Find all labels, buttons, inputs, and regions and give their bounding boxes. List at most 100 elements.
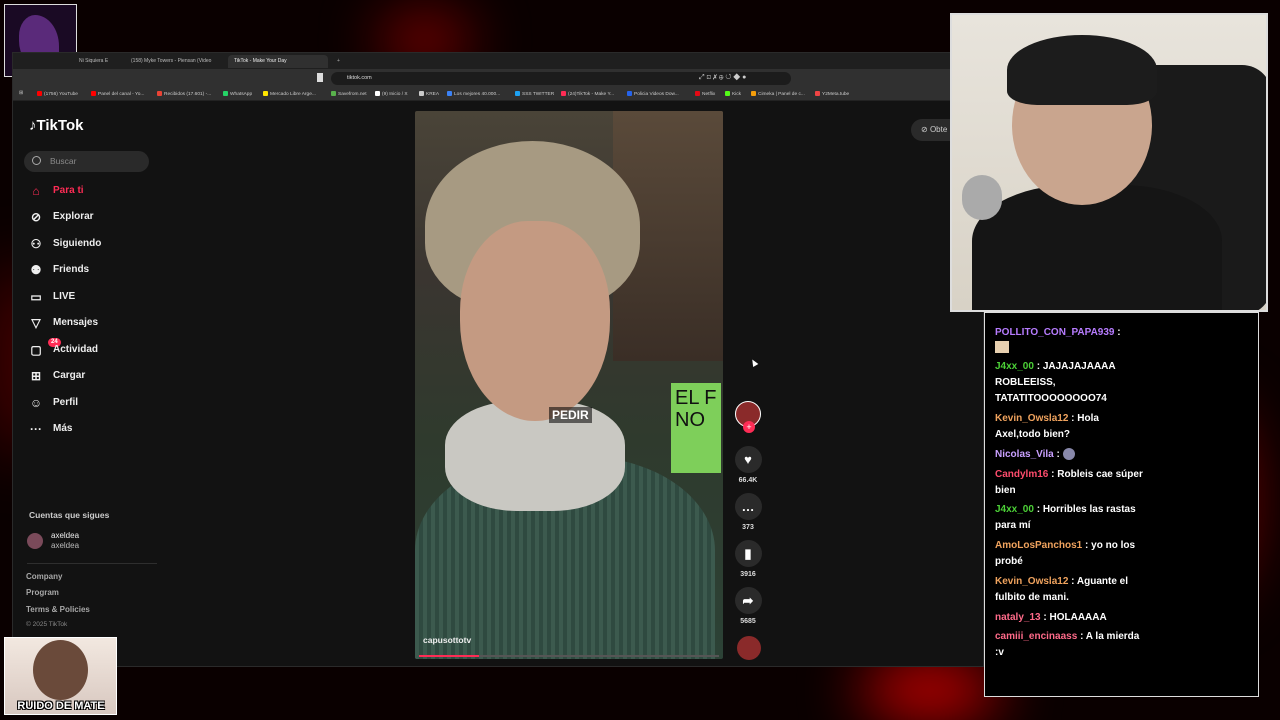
search-placeholder: Buscar: [50, 156, 77, 166]
nav-label: Friends: [53, 264, 90, 275]
bookmark-item[interactable]: Cimeka | Panel de c...: [751, 91, 805, 97]
bookmark-item[interactable]: Kick: [725, 91, 741, 97]
logo-text: TikTok: [36, 117, 84, 134]
mouse-cursor-icon: [749, 357, 759, 368]
tab-tiktok[interactable]: TikTok - Make Your Day: [228, 55, 328, 68]
bookmark-item[interactable]: (24)TikTok - Make Y...: [561, 91, 614, 97]
avatar: [27, 533, 43, 549]
microphone: [962, 175, 1002, 220]
tiktok-page: ♪TikTok Buscar ⌂ Para ti ⊘ Explorar ⚇ Sigui…: [13, 101, 983, 666]
chat-username: Candylm16: [995, 469, 1049, 480]
bookmark-item[interactable]: Mercado Libre Arge...: [263, 91, 316, 97]
url-text: tiktok.com: [347, 75, 372, 81]
sound-avatar[interactable]: [737, 636, 761, 660]
chat-username: J4xx_00: [995, 361, 1034, 372]
share-button[interactable]: ➦ 5685: [733, 587, 763, 625]
bookmark-item[interactable]: WhatsApp: [223, 91, 252, 97]
chat-username: J4xx_00: [995, 504, 1034, 515]
save-count: 3916: [740, 571, 756, 578]
profile-icon: ☺: [29, 396, 43, 410]
tab-ni-siquiera[interactable]: Ni Siquiera E: [73, 55, 123, 68]
tab-bar: Ni Siquiera E (158) Myke Towers - Piensa…: [13, 53, 983, 69]
following-account[interactable]: axeldea axeldea: [27, 529, 167, 553]
friends-icon: ⚉: [30, 263, 42, 277]
video-player[interactable]: EL F NO PEDIR capusottotv: [415, 111, 723, 659]
chat-username: Kevin_Owsla12: [995, 576, 1069, 587]
chat-text: : HOLAAAAA: [1043, 612, 1107, 623]
save-button[interactable]: ▮ 3916: [733, 540, 763, 578]
emote-icon: [1062, 448, 1075, 461]
creator-avatar-button[interactable]: +: [735, 401, 761, 433]
footer-link-terms[interactable]: Terms & Policies: [26, 605, 90, 614]
footer-link-program[interactable]: Program: [26, 588, 59, 597]
apps-icon[interactable]: ⊞: [19, 91, 23, 96]
bookmark-item[interactable]: KREA: [419, 91, 439, 97]
video-progress-bar[interactable]: [419, 655, 719, 657]
chat-message: J4xx_00 : Horribles las rastas para mí: [995, 502, 1145, 534]
extensions-icon[interactable]: ⤢ ⊡ ✗ ⊕ ↺ ◆ ●: [699, 74, 746, 82]
nav-label: Más: [53, 423, 73, 434]
chat-username: nataly_13: [995, 612, 1041, 623]
tab-myke-towers[interactable]: (158) Myke Towers - Piensan (Video: [125, 55, 225, 68]
comment-icon: …: [734, 493, 762, 520]
progress-fill: [419, 655, 479, 657]
ruido-de-mate-overlay: RUIDO DE MATE: [4, 637, 117, 715]
video-person-face: [460, 221, 610, 421]
video-caption: PEDIR: [549, 407, 592, 423]
chat-text: :: [1056, 449, 1060, 460]
more-icon: ···: [30, 422, 42, 436]
copyright: © 2025 TikTok: [26, 621, 68, 628]
search-icon: [32, 156, 41, 165]
account-handle: axeldea: [51, 541, 80, 550]
chat-username: Nicolas_Vila: [995, 449, 1054, 460]
bookmark-item[interactable]: Netflix: [695, 91, 715, 97]
bookmark-star-icon[interactable]: [317, 73, 323, 82]
app-icon: ⊘: [921, 125, 930, 134]
bookmark-item[interactable]: SSS TWITTER: [515, 91, 554, 97]
address-bar: tiktok.com ⤢ ⊡ ✗ ⊕ ↺ ◆ ●: [13, 69, 983, 88]
bookmark-item[interactable]: (1756) YouTube: [37, 91, 78, 97]
chat-username: AmoLosPanchos1: [995, 540, 1083, 551]
bookmark-item[interactable]: Recibidos (17.601) -...: [157, 91, 211, 97]
chat-message: Candylm16 : Robleis cae súper bien: [995, 467, 1145, 499]
bookmark-item[interactable]: Los mejores 40.000...: [447, 91, 500, 97]
bookmark-item[interactable]: Savefrom.net: [331, 91, 367, 97]
chat-text: :: [1117, 327, 1121, 338]
bookmarks-bar: ⊞ (1756) YouTube Panel del canal - Yo...…: [13, 88, 983, 101]
nav-label: Cargar: [53, 370, 86, 381]
nav-label: Siguiendo: [53, 238, 102, 249]
compass-icon: ⊘: [30, 210, 42, 224]
nav-label: Perfil: [53, 397, 79, 408]
account-name: axeldea: [51, 531, 80, 540]
search-input[interactable]: Buscar: [24, 151, 149, 172]
stream-chat: POLLITO_CON_PAPA939 : J4xx_00 : JAJAJAJA…: [984, 312, 1259, 697]
nav-label: Explorar: [53, 211, 94, 222]
video-author[interactable]: capusottotv: [423, 635, 471, 645]
comment-button[interactable]: … 373: [733, 493, 763, 531]
bookmark-item[interactable]: Policia Videos Dow...: [627, 91, 679, 97]
nav-label: Para ti: [53, 185, 84, 196]
comment-count: 373: [742, 524, 754, 531]
overlay-text: RUIDO DE MATE: [17, 700, 105, 712]
streamer-body: [972, 185, 1222, 310]
bookmark-item[interactable]: Y2Meta.tube: [815, 91, 849, 97]
new-tab-button[interactable]: +: [331, 55, 346, 68]
chat-username: Kevin_Owsla12: [995, 413, 1069, 424]
user-follow-icon: ⚇: [30, 237, 42, 251]
footer-link-company[interactable]: Company: [26, 572, 62, 581]
chat-message: POLLITO_CON_PAPA939 :: [995, 325, 1145, 359]
bookmark-item[interactable]: (9) Inicio / X: [375, 91, 408, 97]
webcam-overlay: [950, 13, 1268, 312]
chat-username: camiii_encinaass: [995, 631, 1078, 642]
home-icon: ⌂: [32, 184, 40, 198]
chat-message: nataly_13 : HOLAAAAA: [995, 610, 1145, 626]
like-button[interactable]: ♥ 66.4K: [733, 446, 763, 484]
nav-label: Actividad: [53, 344, 99, 355]
tiktok-note-icon: ♪: [29, 117, 37, 134]
chat-message: Nicolas_Vila :: [995, 447, 1145, 463]
tiktok-logo[interactable]: ♪TikTok: [29, 117, 83, 134]
chat-message: Kevin_Owsla12 : Aguante el fulbito de ma…: [995, 574, 1145, 606]
browser-window: Ni Siquiera E (158) Myke Towers - Piensa…: [12, 52, 984, 667]
follow-plus-icon[interactable]: +: [743, 421, 755, 433]
bookmark-item[interactable]: Panel del canal - Yo...: [91, 91, 144, 97]
